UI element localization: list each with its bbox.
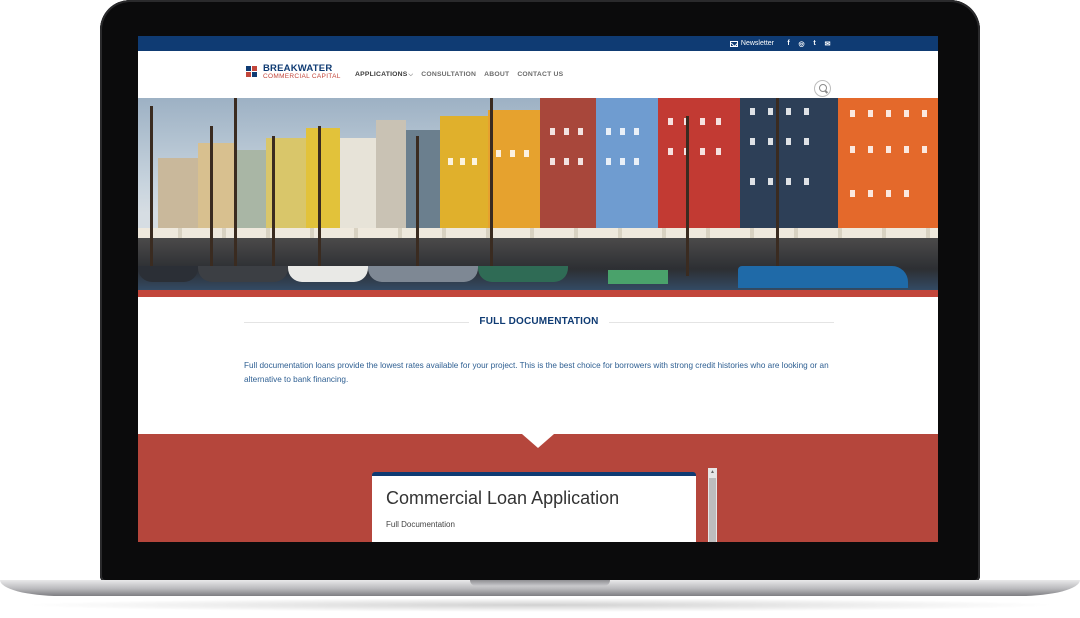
nav-item-about[interactable]: ABOUT (484, 71, 509, 79)
section-pointer (522, 434, 554, 448)
scrollbar-thumb[interactable] (709, 478, 716, 542)
scroll-up-icon[interactable]: ▲ (708, 468, 717, 476)
hero-harbour-image (138, 98, 938, 290)
brand-logo[interactable]: BREAKWATER COMMERCIAL CAPITAL (246, 63, 341, 81)
brand-tagline: COMMERCIAL CAPITAL (263, 73, 341, 80)
logo-mark-icon (246, 66, 260, 80)
site-header: BREAKWATER COMMERCIAL CAPITAL APPLICATIO… (138, 51, 938, 97)
laptop-shadow (20, 598, 1060, 612)
form-subtitle: Full Documentation (386, 520, 455, 529)
instagram-icon[interactable]: ◎ (797, 40, 806, 48)
top-utility-bar: Newsletter f ◎ t ✉ (138, 36, 938, 51)
laptop-base-notch (470, 580, 610, 586)
email-icon[interactable]: ✉ (823, 40, 832, 48)
newsletter-label: Newsletter (740, 40, 774, 47)
form-scrollbar[interactable]: ▲ (708, 468, 717, 542)
section-description: Full documentation loans provide the low… (244, 361, 829, 385)
nav-item-label: APPLICATIONS (355, 71, 408, 78)
main-nav: APPLICATIONS⌵ CONSULTATION ABOUT CONTACT… (355, 71, 563, 79)
section-title: FULL DOCUMENTATION (479, 316, 599, 327)
nav-item-consultation[interactable]: CONSULTATION (421, 71, 476, 79)
form-title: Commercial Loan Application (386, 488, 620, 508)
facebook-icon[interactable]: f (784, 40, 793, 47)
brand-name: BREAKWATER (263, 63, 333, 74)
nav-item-applications[interactable]: APPLICATIONS⌵ (355, 71, 413, 79)
mail-icon (729, 40, 738, 47)
newsletter-link[interactable]: Newsletter (729, 40, 774, 47)
nav-item-contact-us[interactable]: CONTACT US (517, 71, 563, 79)
search-icon[interactable] (814, 80, 831, 97)
website-screen: Newsletter f ◎ t ✉ BREAKWATER COMMERCIAL… (138, 36, 938, 542)
chevron-down-icon: ⌵ (408, 72, 414, 78)
twitter-icon[interactable]: t (810, 40, 819, 47)
section-heading: FULL DOCUMENTATION (244, 316, 834, 328)
hero-bottom-band (138, 290, 938, 297)
loan-application-form[interactable]: Commercial Loan Application Full Documen… (372, 472, 696, 542)
